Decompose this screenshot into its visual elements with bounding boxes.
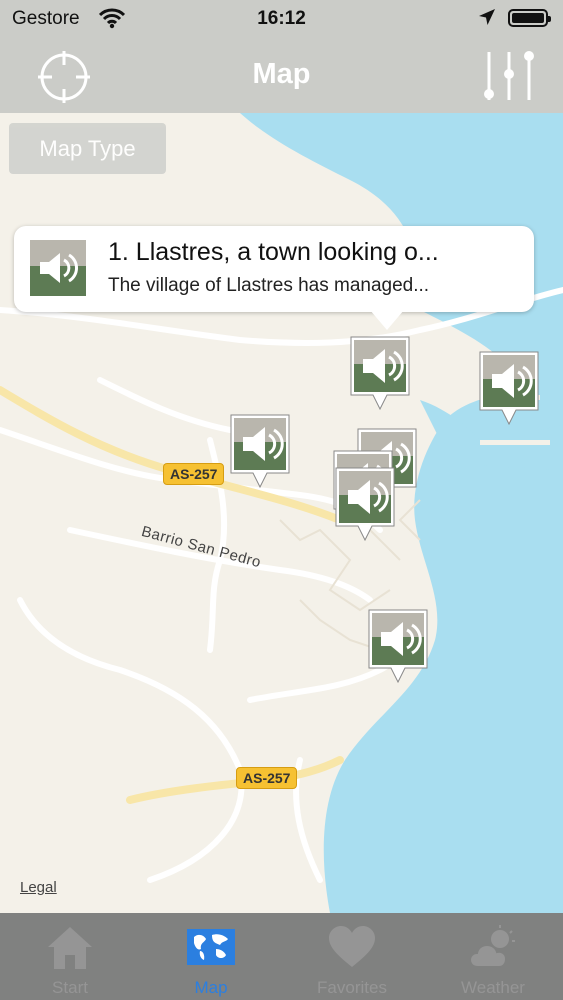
speaker-icon [30, 240, 86, 296]
tab-label: Weather [461, 978, 525, 997]
tab-label: Map [194, 978, 228, 997]
tab-bar: Start Map Favorites Weather [0, 913, 563, 1000]
heart-icon [327, 923, 377, 971]
page-title: Map [252, 58, 311, 90]
audio-poi-pin[interactable] [478, 350, 540, 426]
tab-weather[interactable]: Weather [423, 913, 563, 1000]
road-label: AS-257 [163, 463, 225, 485]
road-label: AS-257 [236, 767, 298, 789]
weather-cloud-sun-icon [468, 923, 518, 971]
speaker-icon [368, 609, 428, 684]
filter-sliders-icon[interactable] [480, 48, 538, 109]
map-view[interactable]: Map Type AS-257 AS-257 Barrio San Pedro … [0, 113, 563, 913]
navigation-bar: Map [0, 38, 563, 114]
world-map-icon [186, 923, 236, 971]
map-type-button[interactable]: Map Type [9, 123, 166, 174]
tab-label: Start [52, 978, 88, 997]
tab-start[interactable]: Start [0, 913, 140, 1000]
legal-link[interactable]: Legal [20, 879, 57, 896]
audio-poi-pin[interactable] [349, 335, 411, 411]
tab-favorites[interactable]: Favorites [282, 913, 422, 1000]
home-icon [45, 923, 95, 971]
audio-poi-pin[interactable] [334, 466, 396, 542]
poi-thumbnail [30, 240, 86, 296]
speaker-icon [335, 467, 395, 542]
poi-callout[interactable]: 1. Llastres, a town looking o... The vil… [14, 226, 534, 330]
speaker-icon [350, 336, 410, 411]
tab-map[interactable]: Map [141, 913, 281, 1000]
status-bar: Gestore 16:12 [0, 0, 563, 38]
audio-poi-pin[interactable] [229, 413, 291, 489]
speaker-icon [479, 351, 539, 426]
callout-subtitle: The village of Llastres has managed... [108, 275, 430, 296]
tab-label: Favorites [317, 978, 387, 997]
audio-poi-pin[interactable] [367, 608, 429, 684]
location-arrow-icon [478, 8, 496, 32]
speaker-icon [230, 414, 290, 489]
battery-icon [508, 9, 551, 27]
callout-title: 1. Llastres, a town looking o... [108, 238, 439, 266]
callout-pointer [370, 310, 404, 330]
